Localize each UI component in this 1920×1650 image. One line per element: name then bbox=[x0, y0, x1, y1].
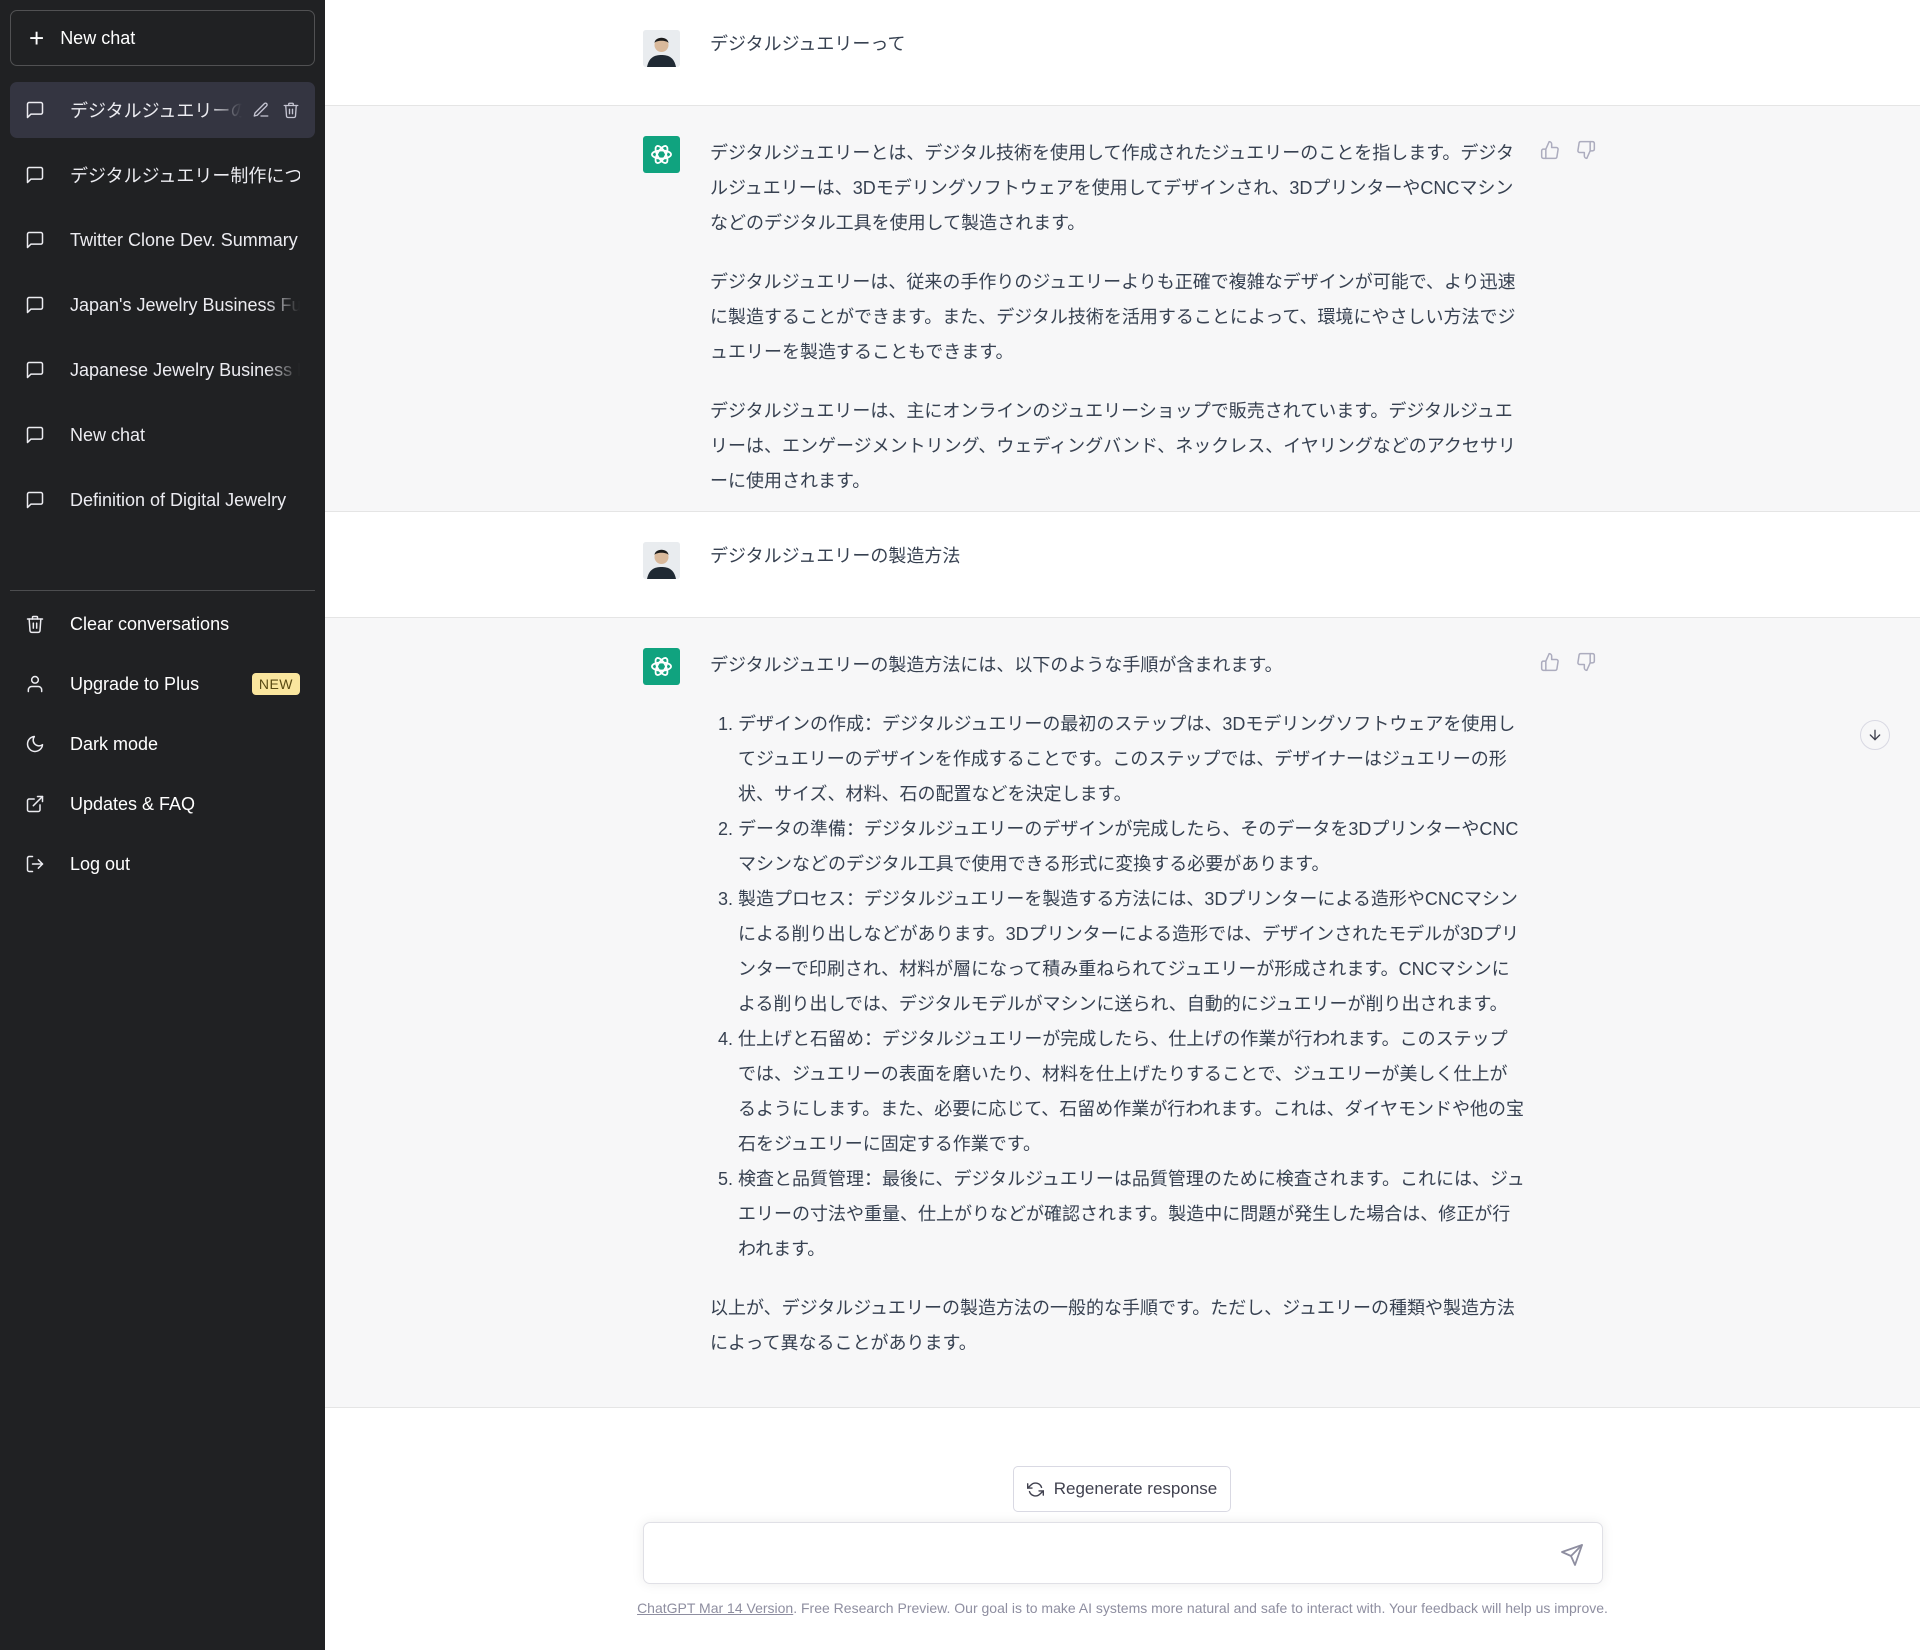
footer-text: . Free Research Preview. Our goal is to … bbox=[793, 1600, 1608, 1616]
refresh-icon bbox=[1026, 1481, 1044, 1497]
version-link[interactable]: ChatGPT Mar 14 Version bbox=[637, 1600, 793, 1616]
conversation-item[interactable]: New chat bbox=[10, 407, 315, 463]
sidebar: + New chat デジタルジュエリーの製造方法 デジタルジュエリー制作につい… bbox=[0, 0, 325, 1650]
thumbs-down-icon[interactable] bbox=[1576, 652, 1596, 672]
list-item: データの準備：デジタルジュエリーのデザインが完成したら、そのデータを3Dプリンタ… bbox=[738, 812, 1525, 882]
chat-bubble-icon bbox=[26, 361, 44, 379]
upgrade-to-plus-button[interactable]: Upgrade to Plus NEW bbox=[10, 658, 315, 710]
dark-mode-button[interactable]: Dark mode bbox=[10, 718, 315, 770]
clear-conversations-button[interactable]: Clear conversations bbox=[10, 598, 315, 650]
user-message-text: デジタルジュエリーって bbox=[710, 34, 906, 54]
arrow-down-icon bbox=[1869, 729, 1881, 741]
chat-thread: デジタルジュエリーって デジタルジュエリーとは、デジタル技術を使用して作成された… bbox=[325, 0, 1920, 1650]
list-item: 製造プロセス：デジタルジュエリーを製造する方法には、3Dプリンターによる造形やC… bbox=[738, 882, 1525, 1022]
thumbs-up-icon[interactable] bbox=[1540, 652, 1560, 672]
conversation-label: New chat bbox=[70, 424, 146, 445]
openai-logo-icon bbox=[651, 145, 672, 164]
conversation-label: Japanese Jewelry Business Future bbox=[70, 359, 300, 380]
moon-icon bbox=[26, 735, 44, 753]
chat-bubble-icon bbox=[26, 231, 44, 249]
conversation-label: デジタルジュエリーの製造方法 bbox=[70, 101, 242, 121]
user-photo-icon bbox=[643, 542, 680, 579]
chat-bubble-icon bbox=[26, 491, 44, 509]
scroll-to-bottom-button[interactable] bbox=[1860, 720, 1890, 750]
external-link-icon bbox=[26, 795, 44, 813]
conversation-label: デジタルジュエリー制作について bbox=[70, 166, 300, 186]
conversation-item[interactable]: Japan's Jewelry Business Future bbox=[10, 277, 315, 333]
regenerate-response-button[interactable]: Regenerate response bbox=[1013, 1466, 1231, 1512]
conversation-item-active[interactable]: デジタルジュエリーの製造方法 bbox=[10, 82, 315, 138]
chat-bubble-icon bbox=[26, 166, 44, 184]
list-item: デザインの作成：デジタルジュエリーの最初のステップは、3Dモデリングソフトウェア… bbox=[738, 707, 1525, 812]
conversation-item[interactable]: Twitter Clone Dev. Summary bbox=[10, 212, 315, 268]
updates-faq-link[interactable]: Updates & FAQ bbox=[10, 778, 315, 830]
conversation-item[interactable]: デジタルジュエリー制作について bbox=[10, 147, 315, 203]
assistant-message: デジタルジュエリーの製造方法には、以下のような手順が含まれます。 デザインの作成… bbox=[325, 618, 1920, 1408]
updates-faq-label: Updates & FAQ bbox=[70, 793, 196, 814]
log-out-label: Log out bbox=[70, 853, 131, 874]
chat-bubble-icon bbox=[26, 101, 44, 119]
user-message: デジタルジュエリーの製造方法 bbox=[325, 512, 1920, 618]
sidebar-menu: Clear conversations Upgrade to Plus NEW … bbox=[10, 598, 315, 898]
plus-icon: + bbox=[29, 23, 45, 53]
clear-conversations-label: Clear conversations bbox=[70, 613, 230, 634]
feedback-buttons bbox=[1540, 140, 1596, 160]
assistant-message-text: デジタルジュエリーの製造方法には、以下のような手順が含まれます。 デザインの作成… bbox=[710, 648, 1525, 1361]
user-message: デジタルジュエリーって bbox=[325, 0, 1920, 106]
steps-list: デザインの作成：デジタルジュエリーの最初のステップは、3Dモデリングソフトウェア… bbox=[710, 707, 1525, 1267]
chat-bubble-icon bbox=[26, 426, 44, 444]
feedback-buttons bbox=[1540, 652, 1596, 672]
regenerate-label: Regenerate response bbox=[1053, 1479, 1218, 1498]
assistant-message-text: デジタルジュエリーとは、デジタル技術を使用して作成されたジュエリーのことを指しま… bbox=[710, 136, 1525, 499]
assistant-avatar bbox=[643, 136, 680, 173]
message-input[interactable] bbox=[660, 1541, 1520, 1569]
paragraph: デジタルジュエリーとは、デジタル技術を使用して作成されたジュエリーのことを指しま… bbox=[710, 143, 1515, 233]
assistant-message: デジタルジュエリーとは、デジタル技術を使用して作成されたジュエリーのことを指しま… bbox=[325, 106, 1920, 512]
paragraph: デジタルジュエリーは、従来の手作りのジュエリーよりも正確で複雑なデザインが可能で… bbox=[710, 272, 1516, 362]
sidebar-divider bbox=[10, 590, 315, 591]
conversation-actions bbox=[252, 101, 300, 119]
new-badge: NEW bbox=[251, 673, 300, 695]
footer-disclaimer: ChatGPT Mar 14 Version. Free Research Pr… bbox=[325, 1600, 1920, 1616]
conversation-list: デジタルジュエリーの製造方法 デジタルジュエリー制作について Twitter C… bbox=[10, 82, 315, 528]
conversation-label: Twitter Clone Dev. Summary bbox=[70, 229, 298, 250]
trash-icon bbox=[26, 615, 44, 634]
openai-logo-icon bbox=[651, 657, 672, 676]
new-chat-label: New chat bbox=[60, 27, 136, 48]
conversation-item[interactable]: Japanese Jewelry Business Future bbox=[10, 342, 315, 398]
chat-bubble-icon bbox=[26, 296, 44, 314]
new-chat-button[interactable]: + New chat bbox=[10, 10, 315, 66]
user-icon bbox=[27, 675, 43, 693]
log-out-icon bbox=[26, 855, 44, 873]
assistant-avatar bbox=[643, 648, 680, 685]
pencil-icon[interactable] bbox=[252, 101, 270, 119]
user-photo-icon bbox=[643, 30, 680, 67]
list-item: 仕上げと石留め：デジタルジュエリーが完成したら、仕上げの作業が行われます。このス… bbox=[738, 1022, 1525, 1162]
paragraph: デジタルジュエリーの製造方法には、以下のような手順が含まれます。 bbox=[710, 655, 1283, 675]
conversation-label: Definition of Digital Jewelry bbox=[70, 489, 287, 510]
user-avatar bbox=[643, 30, 680, 67]
user-avatar bbox=[643, 542, 680, 579]
log-out-button[interactable]: Log out bbox=[10, 838, 315, 890]
send-icon[interactable] bbox=[1560, 1543, 1584, 1567]
thumbs-up-icon[interactable] bbox=[1540, 140, 1560, 160]
list-item: 検査と品質管理：最後に、デジタルジュエリーは品質管理のために検査されます。これに… bbox=[738, 1162, 1525, 1267]
conversation-item[interactable]: Definition of Digital Jewelry bbox=[10, 472, 315, 528]
trash-icon[interactable] bbox=[282, 101, 300, 119]
upgrade-label: Upgrade to Plus bbox=[70, 673, 200, 694]
conversation-label: Japan's Jewelry Business Future bbox=[70, 294, 300, 315]
paragraph: 以上が、デジタルジュエリーの製造方法の一般的な手順です。ただし、ジュエリーの種類… bbox=[710, 1298, 1515, 1353]
paragraph: デジタルジュエリーは、主にオンラインのジュエリーショップで販売されています。デジ… bbox=[710, 401, 1516, 491]
thumbs-down-icon[interactable] bbox=[1576, 140, 1596, 160]
user-message-text: デジタルジュエリーの製造方法 bbox=[710, 546, 961, 566]
dark-mode-label: Dark mode bbox=[70, 733, 159, 754]
message-composer bbox=[643, 1522, 1603, 1584]
